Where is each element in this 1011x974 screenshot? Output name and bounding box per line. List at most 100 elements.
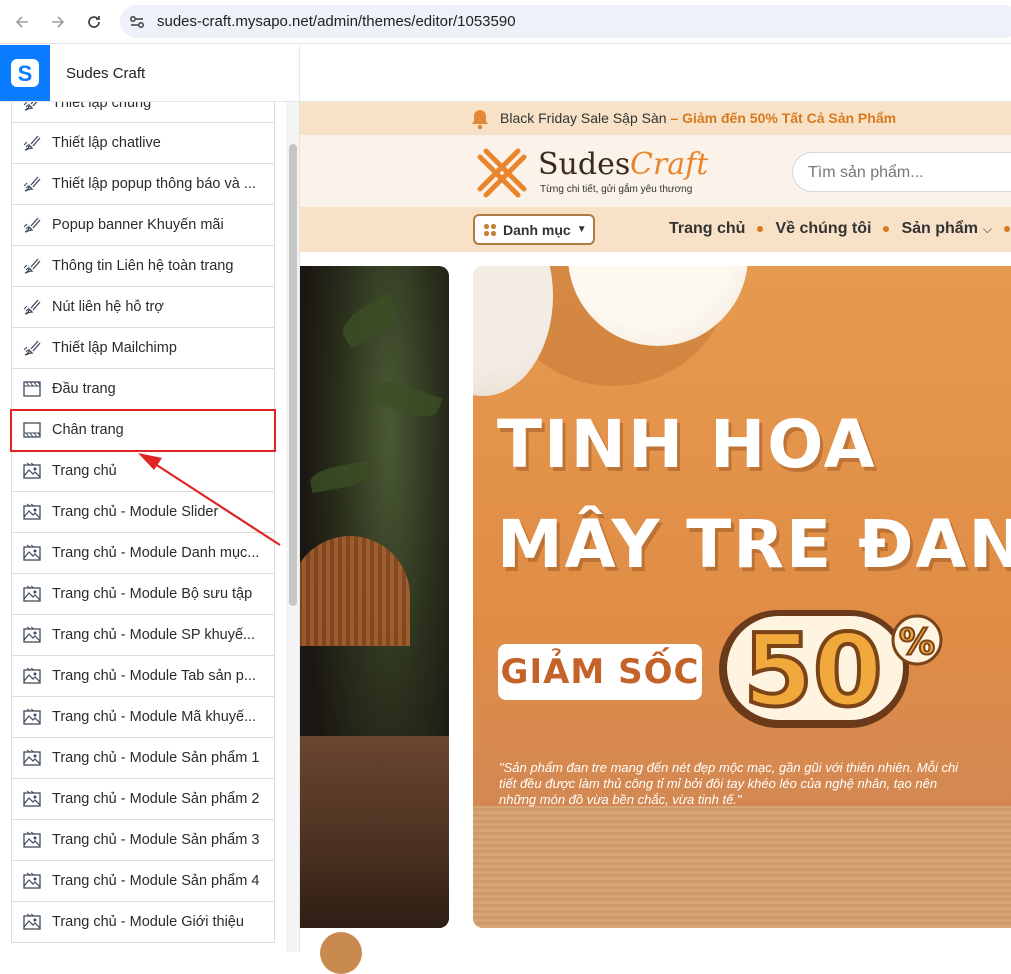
sidebar-item[interactable]: Trang chủ - Module Danh mục... xyxy=(11,533,275,574)
header-layout-icon xyxy=(22,379,42,399)
menu-separator-dot xyxy=(757,226,764,232)
image-layout-icon xyxy=(22,584,42,604)
knot-logo-icon[interactable] xyxy=(472,143,532,203)
hero-banner[interactable]: TINH HOA MÂY TRE ĐAN GIẢM SỐC 50 % "Sản … xyxy=(473,266,1011,928)
sidebar-item-label: Trang chủ - Module Sản phẩm 4 xyxy=(52,873,260,889)
menu-separator-dot xyxy=(1004,226,1011,232)
reload-button[interactable] xyxy=(82,10,106,34)
sidebar-item[interactable]: Trang chủ - Module Mã khuyế... xyxy=(11,697,275,738)
sidebar-item-label: Trang chủ - Module SP khuyế... xyxy=(52,627,256,643)
sidebar-item-label: Trang chủ - Module Slider xyxy=(52,504,219,520)
svg-text:%: % xyxy=(899,622,935,663)
image-layout-icon xyxy=(22,748,42,768)
sidebar-item[interactable]: Popup banner Khuyến mãi xyxy=(11,205,275,246)
sidebar-item[interactable]: Trang chủ - Module Slider xyxy=(11,492,275,533)
theme-sections-sidebar: Thiết lập chung Thiết lập chatlive Thiết l… xyxy=(0,102,300,952)
wooden-table-shape xyxy=(300,736,449,928)
hero-title-line-1: TINH HOA xyxy=(497,406,877,483)
menu-item-home[interactable]: Trang chủ xyxy=(669,220,745,238)
brush-icon xyxy=(22,256,42,276)
store-header: Sudes Craft Từng chi tiết, gửi gắm yêu t… xyxy=(300,135,1011,207)
sidebar-item[interactable]: Trang chủ - Module Sản phẩm 3 xyxy=(11,820,275,861)
image-layout-icon xyxy=(22,666,42,686)
sidebar-item[interactable]: Trang chủ - Module SP khuyế... xyxy=(11,615,275,656)
category-menu-button[interactable]: Danh mục ▼ xyxy=(473,214,595,245)
sidebar-item-label: Đầu trang xyxy=(52,381,116,397)
grid-dots-icon xyxy=(483,223,497,236)
side-banner-image[interactable] xyxy=(300,266,449,928)
sidebar-item[interactable]: Trang chủ xyxy=(11,451,275,492)
wood-floor-shape xyxy=(473,806,1011,928)
image-layout-icon xyxy=(22,830,42,850)
sidebar-item[interactable]: Trang chủ - Module Sản phẩm 1 xyxy=(11,738,275,779)
logo-slogan: Từng chi tiết, gửi gắm yêu thương xyxy=(540,184,693,195)
sidebar-item-label: Nút liên hệ hỗ trợ xyxy=(52,299,164,315)
sidebar-item[interactable]: Thiết lập chung xyxy=(11,102,275,123)
section-list: Thiết lập chung Thiết lập chatlive Thiết l… xyxy=(10,102,276,943)
image-layout-icon xyxy=(22,707,42,727)
promo-text[interactable]: Black Friday Sale Sập Sàn – Giảm đến 50%… xyxy=(500,110,896,126)
sidebar-item[interactable]: Thiết lập chatlive xyxy=(11,123,275,164)
sidebar-item-label: Trang chủ - Module Mã khuyế... xyxy=(52,709,257,725)
promo-bar: Black Friday Sale Sập Sàn – Giảm đến 50%… xyxy=(300,102,1011,135)
brush-icon xyxy=(22,215,42,235)
sidebar-item[interactable]: Đầu trang xyxy=(11,369,275,410)
sidebar-item-label: Trang chủ - Module Giới thiệu xyxy=(52,914,244,930)
image-layout-icon xyxy=(22,789,42,809)
back-button[interactable] xyxy=(10,10,34,34)
svg-text:S: S xyxy=(18,61,33,86)
brush-icon xyxy=(22,133,42,153)
discount-50-badge: 50 % xyxy=(719,610,943,731)
url-text[interactable]: sudes-craft.mysapo.net/admin/themes/edit… xyxy=(157,13,516,30)
sidebar-item[interactable]: Trang chủ - Module Tab sản p... xyxy=(11,656,275,697)
sidebar-item-label: Thiết lập popup thông báo và ... xyxy=(52,176,256,192)
sidebar-item-label: Thiết lập Mailchimp xyxy=(52,340,177,356)
search-placeholder: Tìm sản phẩm... xyxy=(808,164,924,181)
sidebar-item[interactable]: Trang chủ - Module Sản phẩm 2 xyxy=(11,779,275,820)
arrow-left-icon xyxy=(15,16,28,28)
logo-word-craft[interactable]: Craft xyxy=(630,147,708,182)
image-layout-icon xyxy=(22,461,42,481)
sidebar-item[interactable]: Thiết lập Mailchimp xyxy=(11,328,275,369)
bell-icon xyxy=(472,110,488,130)
discount-label-pill: GIẢM SỐC xyxy=(498,644,702,700)
sidebar-item[interactable]: Trang chủ - Module Giới thiệu xyxy=(11,902,275,943)
sidebar-scroll-thumb[interactable] xyxy=(289,144,297,606)
image-layout-icon xyxy=(22,543,42,563)
store-name: Sudes Craft xyxy=(66,65,146,82)
sidebar-item[interactable]: Trang chủ - Module Sản phẩm 4 xyxy=(11,861,275,902)
sidebar-item-label: Trang chủ - Module Sản phẩm 2 xyxy=(52,791,260,807)
store-search-input[interactable]: Tìm sản phẩm... xyxy=(792,152,1011,192)
sidebar-item[interactable]: Nút liên hệ hỗ trợ xyxy=(11,287,275,328)
floating-contact-button[interactable] xyxy=(320,932,362,974)
sidebar-item[interactable]: Trang chủ - Module Bộ sưu tập xyxy=(11,574,275,615)
hero-title-line-2: MÂY TRE ĐAN xyxy=(497,506,1011,583)
sapo-logo[interactable]: S xyxy=(0,45,50,101)
sidebar-item-label: Trang chủ - Module Bộ sưu tập xyxy=(52,586,253,602)
sidebar-item[interactable]: Thông tin Liên hệ toàn trang xyxy=(11,246,275,287)
caret-down-icon: ▼ xyxy=(576,224,587,235)
menu-item-about[interactable]: Về chúng tôi xyxy=(775,220,871,238)
sidebar-item-label: Trang chủ - Module Sản phẩm 1 xyxy=(52,750,260,766)
forward-button[interactable] xyxy=(46,10,70,34)
image-layout-icon xyxy=(22,625,42,645)
logo-word-sudes[interactable]: Sudes xyxy=(538,147,630,182)
address-bar[interactable]: sudes-craft.mysapo.net/admin/themes/edit… xyxy=(120,5,1011,38)
sidebar-item-label: Trang chủ xyxy=(52,463,117,479)
image-layout-icon xyxy=(22,871,42,891)
sidebar-item-label: Thiết lập chung xyxy=(52,102,152,111)
sidebar-item-label: Thông tin Liên hệ toàn trang xyxy=(52,258,234,274)
sidebar-item-label: Thiết lập chatlive xyxy=(52,135,161,151)
menu-separator-dot xyxy=(883,226,890,232)
svg-text:50: 50 xyxy=(743,612,882,729)
image-layout-icon xyxy=(22,502,42,522)
tune-icon[interactable] xyxy=(128,13,146,31)
footer-layout-icon xyxy=(22,420,42,440)
brush-icon xyxy=(22,174,42,194)
sidebar-item[interactable]: Chân trang xyxy=(10,409,276,452)
admin-header: S Sudes Craft xyxy=(0,45,300,102)
sidebar-item[interactable]: Thiết lập popup thông báo và ... xyxy=(11,164,275,205)
menu-item-products[interactable]: Sản phẩm xyxy=(901,220,977,238)
editor-toolbar xyxy=(300,45,1011,102)
discount-label: GIẢM SỐC xyxy=(500,652,700,692)
